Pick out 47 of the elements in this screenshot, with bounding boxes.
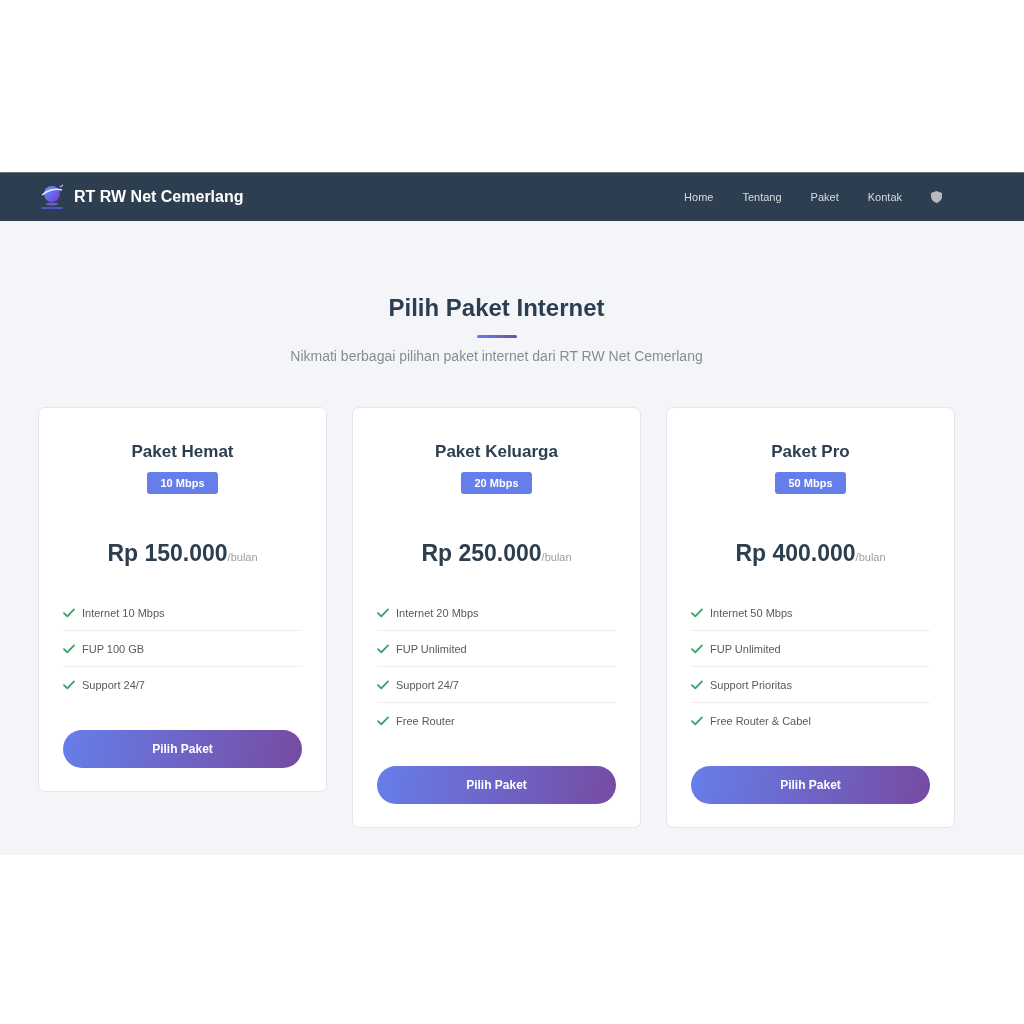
feature-text: FUP 100 GB <box>82 642 145 655</box>
accent-bar <box>476 335 517 338</box>
speed-badge: 10 Mbps <box>147 472 218 494</box>
period-text: /bulan <box>541 551 572 563</box>
price-text: Rp 400.000 <box>735 539 856 568</box>
shield-icon[interactable] <box>931 191 942 203</box>
feature-text: Internet 10 Mbps <box>82 606 165 619</box>
feature-text: FUP Unlimited <box>710 642 781 655</box>
check-icon <box>691 607 703 618</box>
check-icon <box>63 679 75 690</box>
check-icon <box>691 715 703 726</box>
globe-logo-icon <box>38 184 66 210</box>
speed-badge: 20 Mbps <box>461 472 532 494</box>
price-text: Rp 250.000 <box>421 539 542 568</box>
brand-name: RT RW Net Cemerlang <box>74 188 244 206</box>
price-text: Rp 150.000 <box>107 539 228 568</box>
check-icon <box>377 679 389 690</box>
select-plan-button[interactable]: Pilih Paket <box>377 766 616 804</box>
period-text: /bulan <box>855 551 886 563</box>
nav-link[interactable]: Tentang <box>742 191 782 203</box>
check-icon <box>377 715 389 726</box>
check-icon <box>691 679 703 690</box>
feature-text: Internet 20 Mbps <box>396 606 479 619</box>
feature-text: Support Prioritas <box>710 678 792 691</box>
feature-text: Support 24/7 <box>82 678 145 691</box>
feature-text: FUP Unlimited <box>396 642 467 655</box>
plan-name: Paket Pro <box>771 441 850 463</box>
feature-text: Support 24/7 <box>396 678 459 691</box>
section-title: Pilih Paket Internet <box>388 293 605 323</box>
check-icon <box>63 607 75 618</box>
check-icon <box>691 643 703 654</box>
check-icon <box>377 643 389 654</box>
feature-text: Internet 50 Mbps <box>710 606 793 619</box>
section-subtitle: Nikmati berbagai pilihan paket internet dari RT RW Net Cemerlang <box>290 347 703 366</box>
feature-text: Free Router & Cabel <box>710 714 811 727</box>
period-text: /bulan <box>227 551 258 563</box>
plan-name: Paket Hemat <box>131 441 234 463</box>
check-icon <box>377 607 389 618</box>
speed-badge: 50 Mbps <box>775 472 846 494</box>
plan-name: Paket Keluarga <box>435 441 558 463</box>
check-icon <box>63 643 75 654</box>
nav-link[interactable]: Paket <box>810 191 839 203</box>
nav-link[interactable]: Home <box>684 191 714 203</box>
nav-link[interactable]: Kontak <box>867 191 902 203</box>
feature-text: Free Router <box>396 714 455 727</box>
select-plan-button[interactable]: Pilih Paket <box>691 766 930 804</box>
select-plan-button[interactable]: Pilih Paket <box>63 730 302 768</box>
